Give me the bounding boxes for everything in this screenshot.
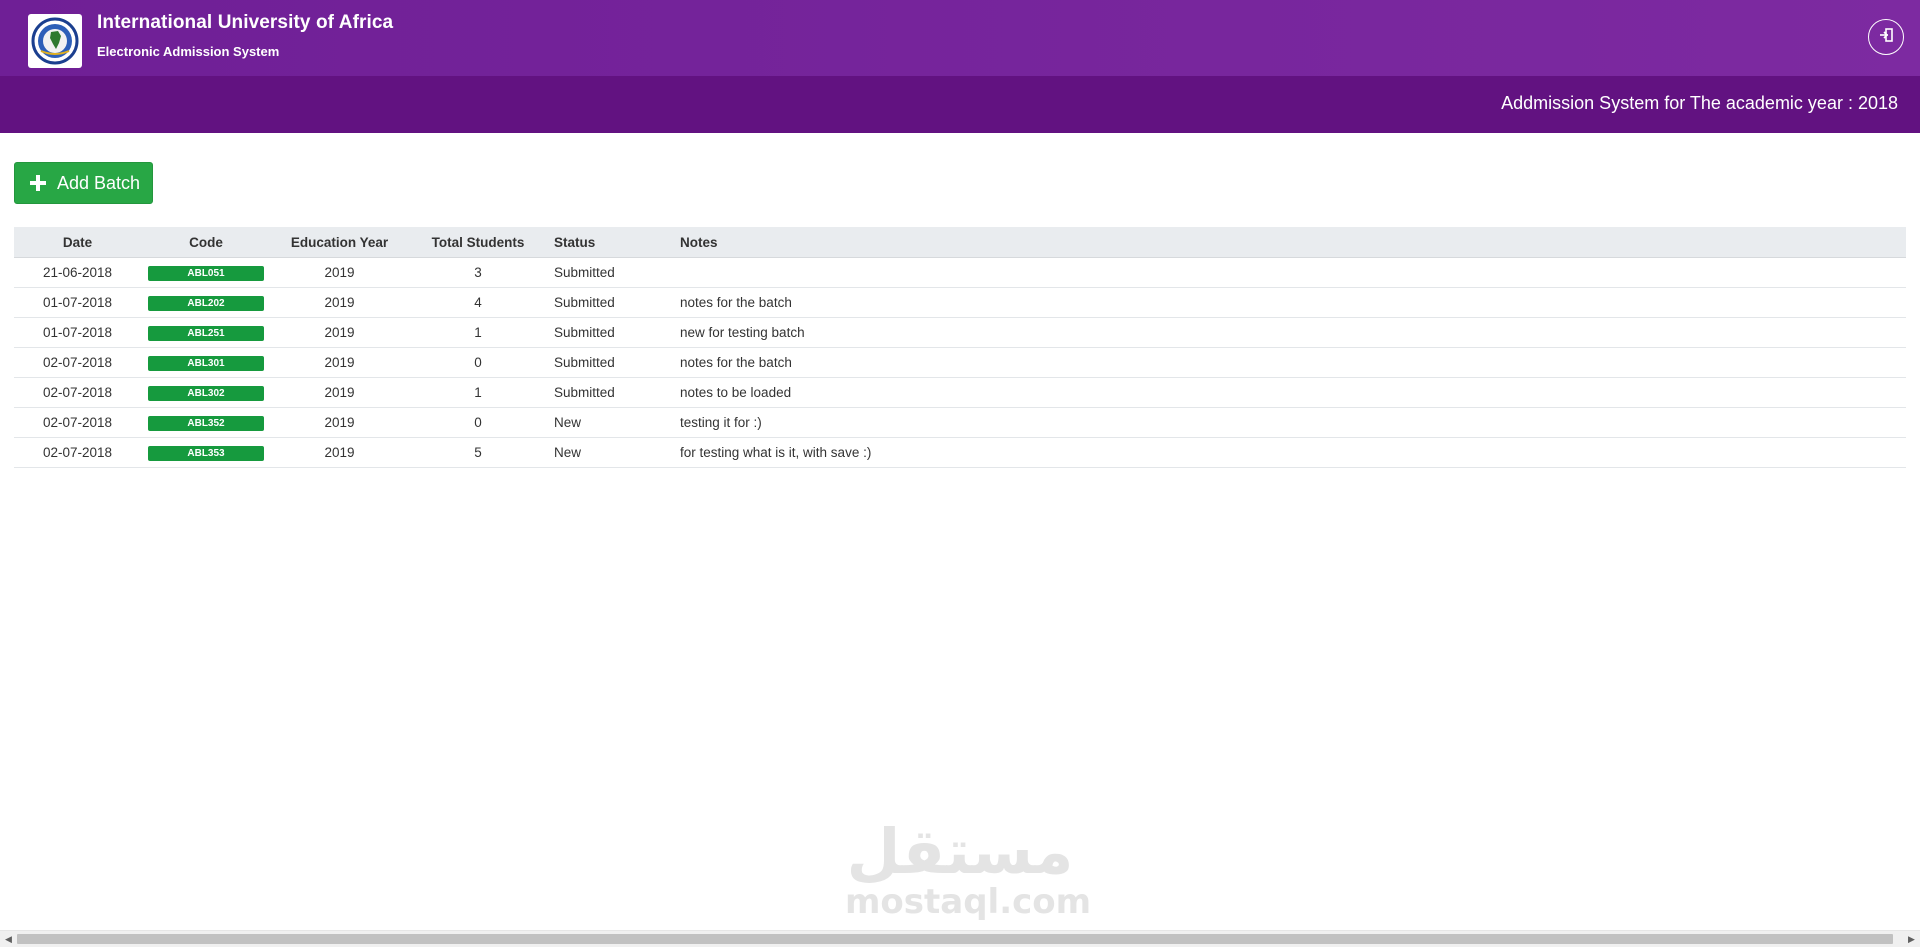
watermark-arabic: مستقل (846, 815, 1074, 888)
batches-table-container: Date Code Education Year Total Students … (14, 227, 1906, 468)
cell-education-year: 2019 (271, 317, 408, 348)
scroll-right-icon[interactable]: ▶ (1903, 931, 1920, 947)
cell-notes: notes for the batch (674, 287, 1906, 318)
cell-date: 01-07-2018 (14, 317, 141, 348)
cell-total-students: 1 (408, 377, 548, 408)
cell-status: New (548, 437, 674, 468)
cell-status: Submitted (548, 377, 674, 408)
cell-status: New (548, 407, 674, 438)
scrollbar-thumb[interactable] (17, 934, 1893, 944)
cell-education-year: 2019 (271, 437, 408, 468)
cell-total-students: 5 (408, 437, 548, 468)
cell-education-year: 2019 (271, 257, 408, 288)
top-header: International University of Africa Elect… (0, 0, 1920, 76)
code-badge[interactable]: ABL251 (148, 326, 264, 341)
app-title: International University of Africa (97, 12, 394, 33)
cell-date: 02-07-2018 (14, 407, 141, 438)
watermark: مستقل mostaql.com (845, 815, 1092, 930)
logout-icon (1878, 27, 1894, 48)
cell-education-year: 2019 (271, 347, 408, 378)
cell-date: 01-07-2018 (14, 287, 141, 318)
cell-total-students: 4 (408, 287, 548, 318)
table-row[interactable]: 21-06-2018 ABL051 2019 3 Submitted (14, 257, 1906, 288)
column-header-notes[interactable]: Notes (674, 227, 1906, 258)
cell-date: 02-07-2018 (14, 377, 141, 408)
table-header-row: Date Code Education Year Total Students … (14, 227, 1906, 258)
cell-notes: for testing what is it, with save :) (674, 437, 1906, 468)
cell-code: ABL353 (141, 437, 271, 468)
table-row[interactable]: 02-07-2018 ABL302 2019 1 Submitted notes… (14, 377, 1906, 408)
table-row[interactable]: 02-07-2018 ABL353 2019 5 New for testing… (14, 437, 1906, 468)
code-badge[interactable]: ABL302 (148, 386, 264, 401)
column-header-education-year[interactable]: Education Year (271, 227, 408, 258)
cell-education-year: 2019 (271, 287, 408, 318)
cell-education-year: 2019 (271, 407, 408, 438)
horizontal-scrollbar[interactable]: ◀ ▶ (0, 930, 1920, 947)
cell-code: ABL251 (141, 317, 271, 348)
cell-date: 21-06-2018 (14, 257, 141, 288)
table-row[interactable]: 01-07-2018 ABL251 2019 1 Submitted new f… (14, 317, 1906, 348)
code-badge[interactable]: ABL301 (148, 356, 264, 371)
column-header-status[interactable]: Status (548, 227, 674, 258)
cell-status: Submitted (548, 287, 674, 318)
column-header-code[interactable]: Code (141, 227, 271, 258)
page: International University of Africa Elect… (0, 0, 1920, 947)
app-subtitle: Electronic Admission System (97, 44, 280, 59)
cell-notes: notes for the batch (674, 347, 1906, 378)
table-row[interactable]: 02-07-2018 ABL352 2019 0 New testing it … (14, 407, 1906, 438)
code-badge[interactable]: ABL352 (148, 416, 264, 431)
cell-code: ABL051 (141, 257, 271, 288)
cell-total-students: 3 (408, 257, 548, 288)
table-row[interactable]: 01-07-2018 ABL202 2019 4 Submitted notes… (14, 287, 1906, 318)
cell-code: ABL301 (141, 347, 271, 378)
academic-year-text: Addmission System for The academic year … (1501, 93, 1898, 113)
cell-notes: new for testing batch (674, 317, 1906, 348)
code-badge[interactable]: ABL202 (148, 296, 264, 311)
cell-date: 02-07-2018 (14, 437, 141, 468)
cell-notes: notes to be loaded (674, 377, 1906, 408)
watermark-latin: mostaql.com (845, 882, 1092, 922)
column-header-date[interactable]: Date (14, 227, 141, 258)
cell-code: ABL302 (141, 377, 271, 408)
cell-total-students: 1 (408, 317, 548, 348)
logout-button[interactable] (1868, 19, 1904, 55)
table-row[interactable]: 02-07-2018 ABL301 2019 0 Submitted notes… (14, 347, 1906, 378)
cell-code: ABL352 (141, 407, 271, 438)
plus-icon (29, 174, 47, 192)
university-logo (28, 14, 82, 68)
cell-status: Submitted (548, 257, 674, 288)
cell-status: Submitted (548, 347, 674, 378)
cell-code: ABL202 (141, 287, 271, 318)
add-batch-label: Add Batch (57, 172, 141, 193)
cell-date: 02-07-2018 (14, 347, 141, 378)
code-badge[interactable]: ABL051 (148, 266, 264, 281)
cell-education-year: 2019 (271, 377, 408, 408)
column-header-total-students[interactable]: Total Students (408, 227, 548, 258)
cell-notes: testing it for :) (674, 407, 1906, 438)
add-batch-button[interactable]: Add Batch (14, 162, 153, 204)
batches-table: Date Code Education Year Total Students … (14, 227, 1906, 468)
cell-status: Submitted (548, 317, 674, 348)
academic-year-bar: Addmission System for The academic year … (0, 76, 1920, 133)
cell-total-students: 0 (408, 407, 548, 438)
scroll-left-icon[interactable]: ◀ (0, 931, 17, 947)
code-badge[interactable]: ABL353 (148, 446, 264, 461)
cell-notes (674, 257, 1906, 288)
cell-total-students: 0 (408, 347, 548, 378)
